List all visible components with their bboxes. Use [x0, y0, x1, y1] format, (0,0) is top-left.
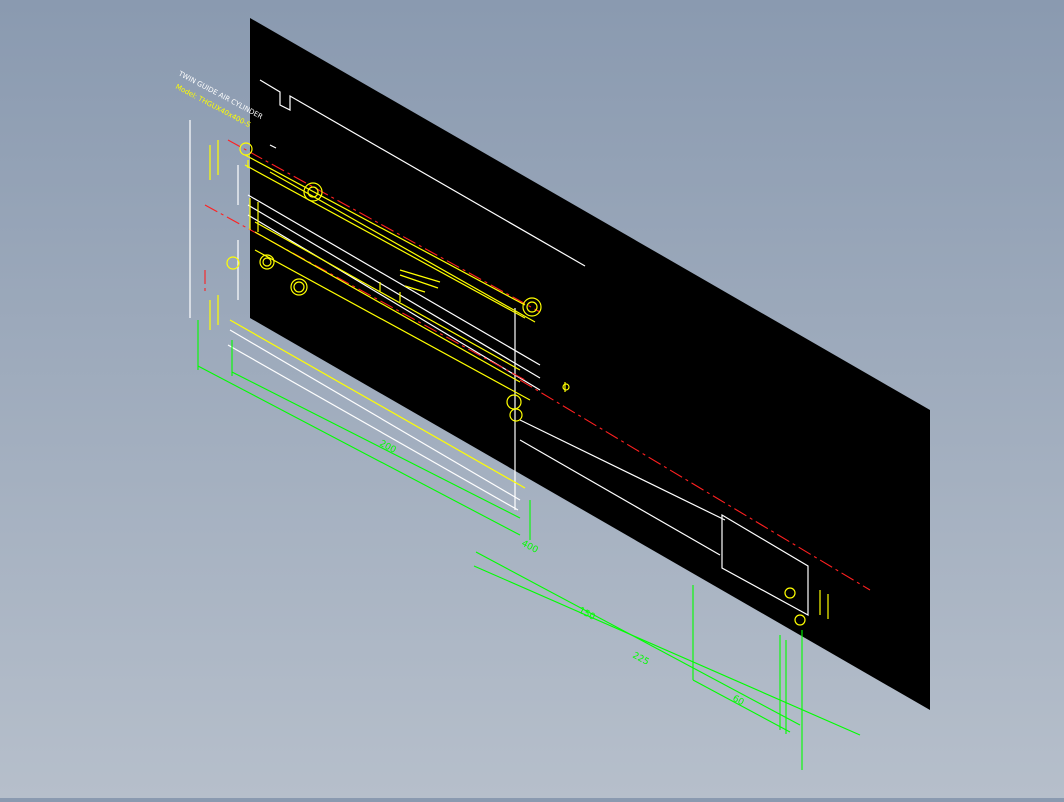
- dim-150-label: 150: [577, 606, 597, 623]
- cad-drawing: 200 400 150 225 60 TWIN GUIDE AIR CYLIND…: [174, 18, 930, 770]
- dim-200-label: 200: [378, 439, 398, 456]
- cad-viewport[interactable]: 200 400 150 225 60 TWIN GUIDE AIR CYLIND…: [0, 0, 1064, 798]
- dim-225-label: 225: [631, 651, 651, 668]
- mounting-hole-3: [226, 256, 240, 270]
- dim-60-label: 60: [731, 694, 746, 708]
- dim-400-label: 400: [520, 539, 540, 556]
